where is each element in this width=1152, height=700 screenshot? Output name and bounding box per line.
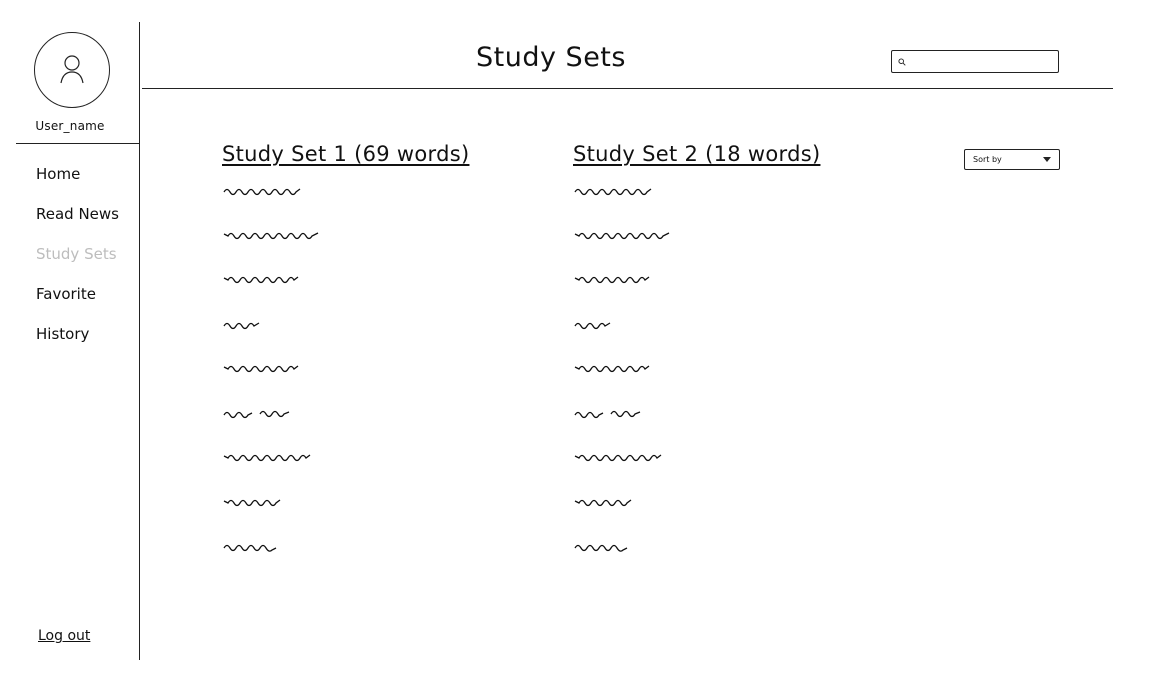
word-placeholder (574, 321, 611, 329)
word-placeholder (223, 410, 290, 418)
study-set-1-word-list (222, 183, 469, 584)
sidebar-divider (16, 143, 140, 144)
list-item (573, 317, 820, 362)
study-set-2-word-list (573, 183, 820, 584)
word-placeholder (223, 321, 260, 329)
list-item (573, 361, 820, 406)
word-placeholder (574, 231, 670, 239)
word-placeholder (223, 365, 299, 373)
word-placeholder (574, 365, 650, 373)
list-item (573, 406, 820, 451)
word-placeholder (223, 544, 277, 552)
list-item (222, 495, 469, 540)
avatar[interactable] (34, 32, 110, 108)
word-placeholder (223, 231, 319, 239)
list-item (573, 228, 820, 273)
chevron-down-icon (1043, 157, 1051, 162)
logout-link[interactable]: Log out (38, 628, 90, 644)
sidebar: User_name Home Read News Study Sets Favo… (0, 22, 140, 660)
sidebar-nav: Home Read News Study Sets Favorite Histo… (36, 164, 119, 364)
header-divider (142, 88, 1113, 89)
word-placeholder (223, 276, 299, 284)
sort-label: Sort by (973, 155, 1002, 164)
sidebar-item-study-sets[interactable]: Study Sets (36, 244, 119, 284)
word-placeholder (574, 410, 641, 418)
word-placeholder (574, 544, 628, 552)
study-set-1: Study Set 1 (69 words) (222, 142, 469, 584)
list-item (222, 539, 469, 584)
list-item (222, 183, 469, 228)
word-placeholder (574, 188, 652, 196)
page-title: Study Sets (476, 42, 626, 73)
list-item (222, 228, 469, 273)
sort-dropdown[interactable]: Sort by (964, 149, 1060, 170)
search-box[interactable] (891, 50, 1059, 73)
search-input[interactable] (910, 55, 1050, 68)
list-item (222, 450, 469, 495)
sidebar-item-history[interactable]: History (36, 324, 119, 364)
word-placeholder (223, 188, 301, 196)
search-icon (898, 57, 906, 66)
study-set-1-title[interactable]: Study Set 1 (69 words) (222, 142, 469, 166)
list-item (573, 450, 820, 495)
word-placeholder (223, 498, 281, 506)
list-item (222, 317, 469, 362)
word-placeholder (574, 454, 662, 462)
study-set-2-title[interactable]: Study Set 2 (18 words) (573, 142, 820, 166)
list-item (573, 272, 820, 317)
list-item (573, 539, 820, 584)
app-window: User_name Home Read News Study Sets Favo… (0, 0, 1152, 700)
user-icon (60, 55, 84, 84)
list-item (573, 183, 820, 228)
sidebar-item-read-news[interactable]: Read News (36, 204, 119, 244)
word-placeholder (574, 276, 650, 284)
word-placeholder (574, 498, 632, 506)
sidebar-item-home[interactable]: Home (36, 164, 119, 204)
sidebar-item-favorite[interactable]: Favorite (36, 284, 119, 324)
username: User_name (35, 119, 105, 133)
list-item (222, 272, 469, 317)
study-set-2: Study Set 2 (18 words) (573, 142, 820, 584)
list-item (573, 495, 820, 540)
word-placeholder (223, 454, 311, 462)
list-item (222, 361, 469, 406)
list-item (222, 406, 469, 451)
